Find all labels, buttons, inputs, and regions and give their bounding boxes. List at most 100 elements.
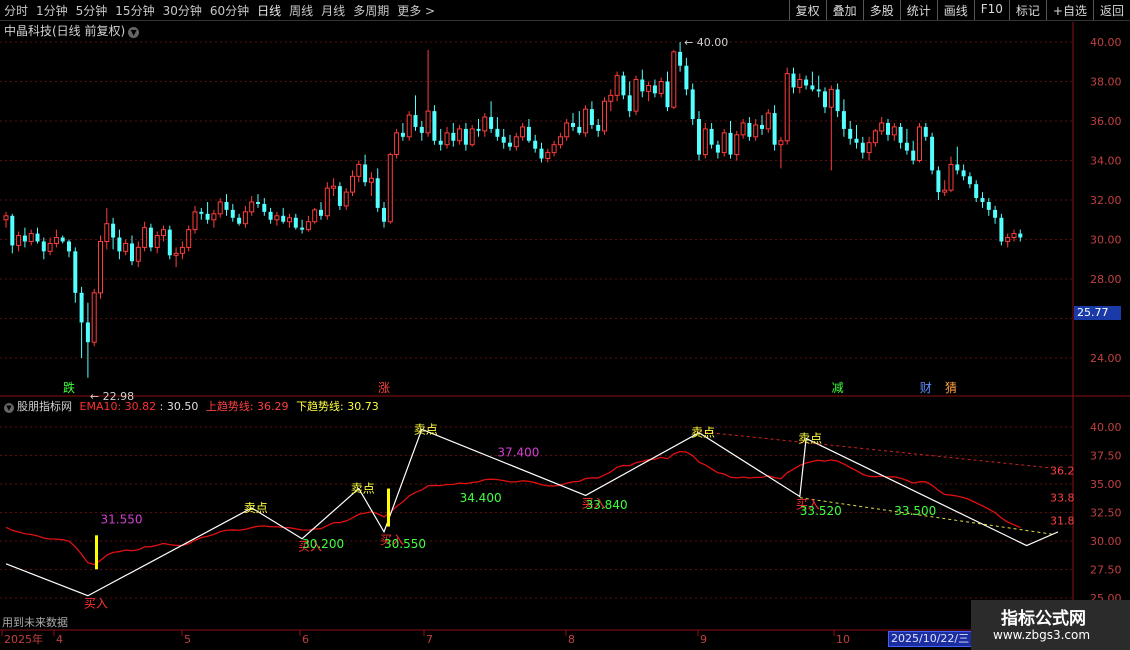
main-chart[interactable]: 40.00 38.00 36.00 34.00 32.00 30.00 28.00 24.00… [0,0,1130,650]
indicator-tick-label: 35.00 [1090,478,1122,491]
candle-body [117,237,122,252]
candle-body [784,73,790,142]
period-tab[interactable]: 周线 [289,4,313,18]
candle-body [999,217,1004,242]
candle-body [665,81,670,108]
candle-body [967,176,972,185]
indicator-value-label: 33.520 [800,504,842,518]
candle-body [747,122,752,137]
candle-body [123,242,129,252]
candle-body [1005,237,1011,242]
candle-body [205,213,210,220]
period-tab[interactable]: 分时 [4,4,28,18]
candle-body [319,209,323,216]
candle-body [917,126,922,162]
candle-body [300,227,305,230]
buy-label: 买入 [84,597,108,611]
event-marker: 猜 [945,381,957,395]
toolbar-button[interactable]: 标记 [1008,0,1046,20]
candle-body [734,134,740,156]
candle-body [331,185,337,189]
period-tab[interactable]: 月线 [321,4,345,18]
candle-body [211,213,217,221]
candle-body [135,246,141,262]
date-box: 2025/10/22/三 [888,631,972,647]
period-tabs: 分时 1分钟 5分钟 15分钟 30分钟 60分钟 日线 周线 月线 多周期 更多 > [4,2,443,19]
toolbar-button[interactable]: 叠加 [825,0,863,20]
candle-body [394,132,400,156]
chevron-down-icon[interactable]: ▼ [128,27,140,38]
candle-body [955,164,960,171]
candle-body [986,201,991,210]
right-value-label: 31.8 [1050,514,1075,527]
chevron-down-icon[interactable]: ▼ [4,403,14,413]
candle-body [872,130,878,144]
candle-body [816,89,821,92]
period-tab[interactable]: 更多 > [397,4,435,18]
candle-body [702,128,708,156]
candle-body [501,136,506,143]
zigzag-line [5,428,1059,597]
candle-body [28,233,34,242]
indicator-tick-label: 27.50 [1090,564,1122,577]
toolbar-button[interactable]: 多股 [862,0,900,20]
candle-body [217,201,223,215]
toolbar-button[interactable]: 复权 [788,0,826,20]
candle-body [804,79,809,86]
candle-body [104,223,110,242]
candle-body [3,215,9,221]
toolbar-button[interactable]: F10 [973,0,1009,20]
candle-body [22,235,27,242]
indicator-value-label: 34.400 [460,491,502,505]
signal-bar [387,488,390,527]
toolbar-button[interactable]: 画线 [936,0,974,20]
candle-body [111,223,116,238]
candle-body [148,227,153,248]
toolbar-button[interactable]: 统计 [899,0,937,20]
price-tick-label: 32.00 [1090,194,1122,207]
watermark-name: 指标公式网 [1001,609,1086,629]
stock-title[interactable]: 中晶科技(日线 前复权) ▼ [4,22,140,39]
candle-body [230,209,235,218]
period-tab[interactable]: 15分钟 [115,4,154,18]
up-trend-label: 上趋势线: 36.29 [205,400,289,413]
candle-body [974,184,979,199]
toolbar-actions: 复权 叠加 多股 统计 画线 F10 标记 +自选 返回 [788,0,1130,20]
candle-body [709,128,714,145]
candle-body [627,95,632,112]
candle-body [513,136,519,148]
candle-body [161,229,166,237]
candle-body [658,81,664,94]
price-tick-label: 34.00 [1090,155,1122,168]
candle-body [242,211,248,225]
period-tab[interactable]: 60分钟 [210,4,249,18]
toolbar: 分时 1分钟 5分钟 15分钟 30分钟 60分钟 日线 周线 月线 多周期 更多 > 复权 叠加 多股… [0,0,1130,21]
candle-body [130,243,134,262]
candle-body [684,65,689,90]
period-tab[interactable]: 30分钟 [163,4,202,18]
candle-body [848,128,853,139]
candle-body [557,136,563,146]
toolbar-button[interactable]: 返回 [1092,0,1130,20]
candle-body [305,221,311,231]
candle-body [589,109,594,125]
high-annotation: ← 40.00 [684,36,728,49]
candle-body [432,111,437,141]
candle-body [41,241,46,252]
toolbar-button[interactable]: +自选 [1045,0,1093,20]
sell-label: 卖点 [691,426,715,440]
period-tab[interactable]: 日线 [257,4,281,18]
candle-body [828,88,834,108]
candle-body [268,211,273,220]
candle-body [60,237,65,242]
candle-body [249,201,255,213]
period-tab[interactable]: 1分钟 [36,4,68,18]
indicator-tick-label: 32.50 [1090,507,1122,520]
candle-body [866,142,872,154]
period-tab[interactable]: 多周期 [353,4,389,18]
candle-body [697,119,701,155]
indicator-value-label: 33.500 [894,504,936,518]
period-tab[interactable]: 5分钟 [76,4,108,18]
price-tick-label: 24.00 [1090,352,1122,365]
candle-body [451,132,456,141]
